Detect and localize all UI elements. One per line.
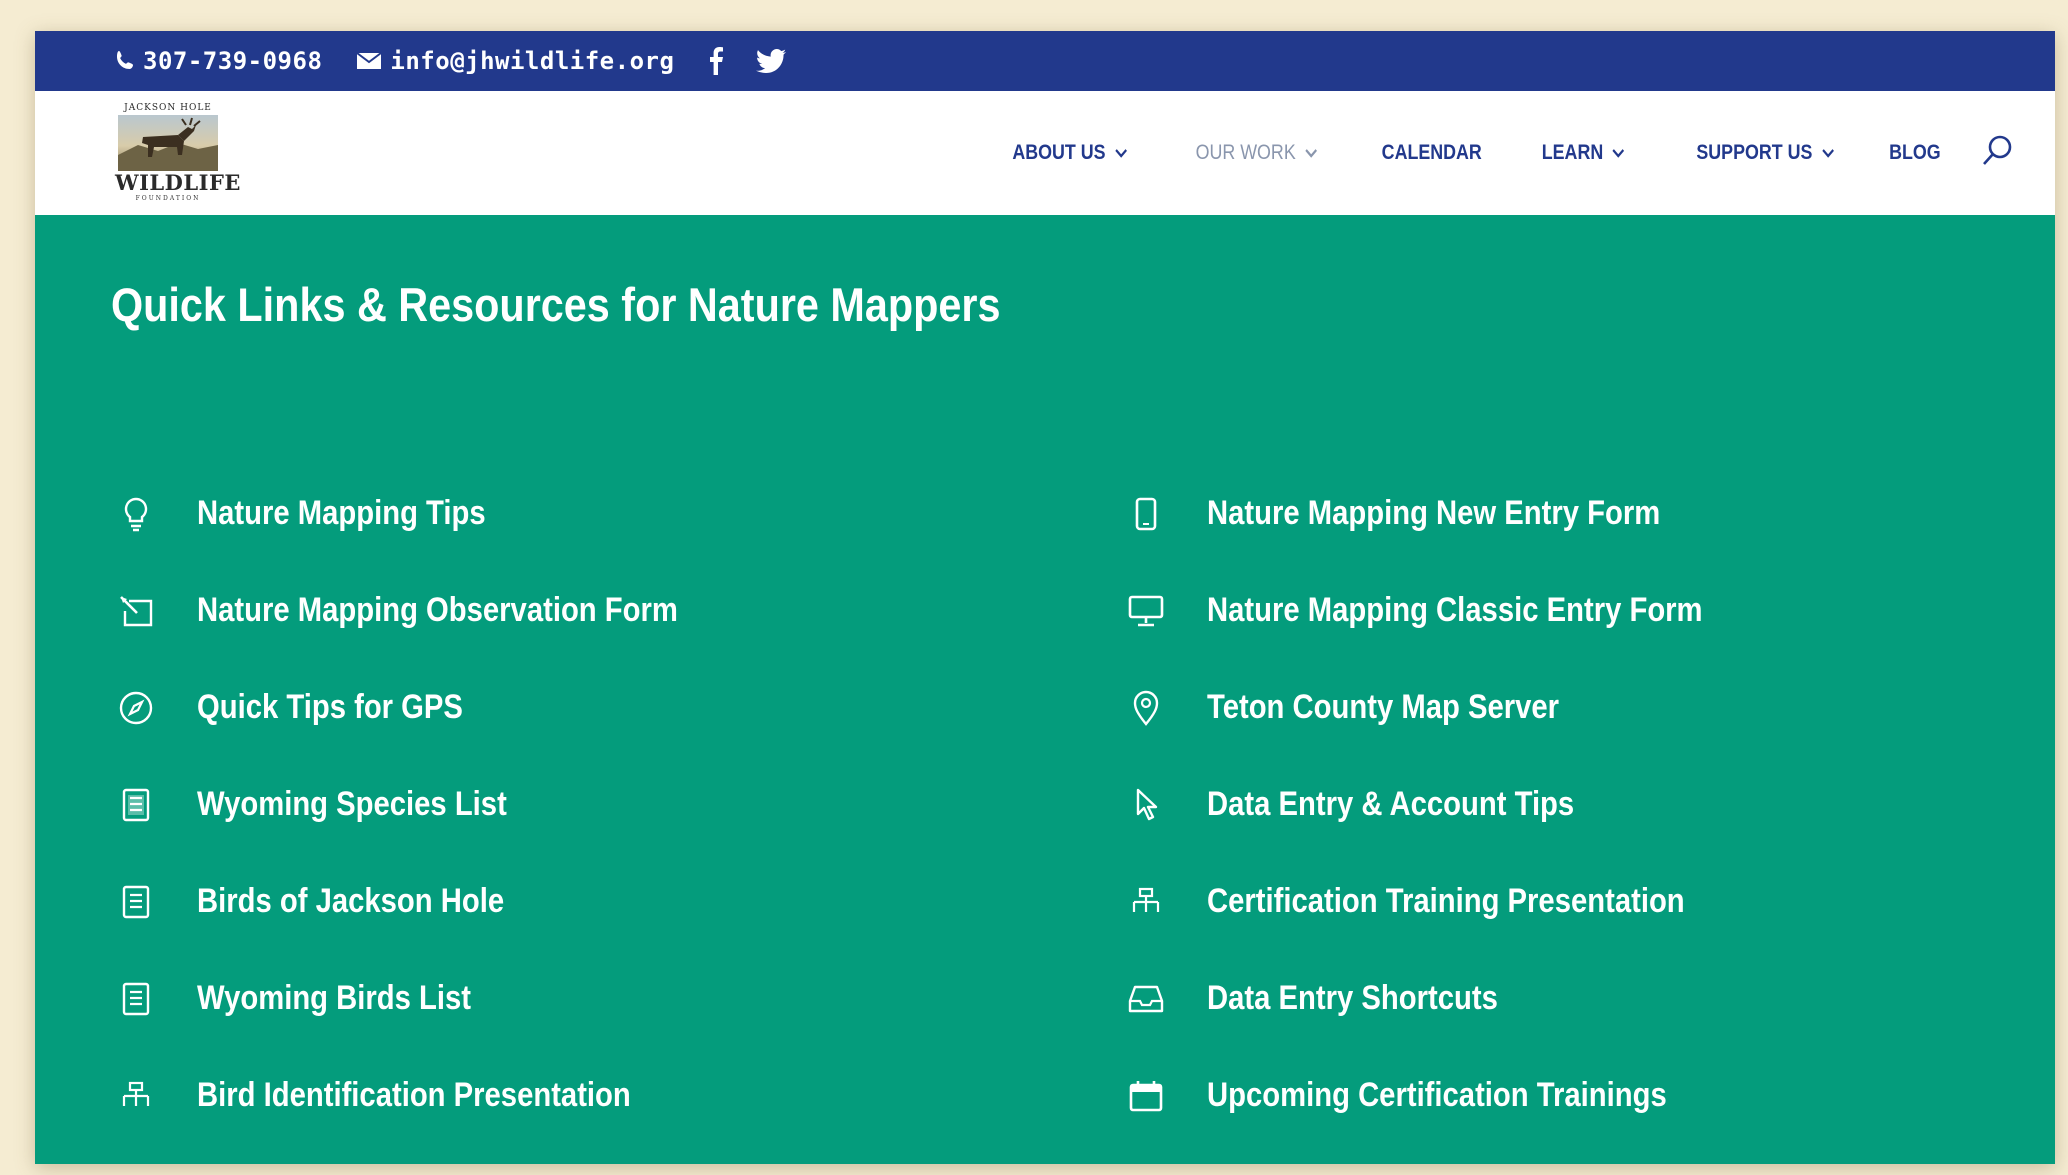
- link-observation-form[interactable]: Nature Mapping Observation Form: [113, 562, 756, 659]
- nav-label: ABOUT US: [1012, 141, 1106, 164]
- desktop-icon: [1123, 588, 1169, 634]
- nav-menu: ABOUT US OUR WORK CALENDAR LEARN SUPPORT…: [946, 91, 2015, 215]
- document-icon: [113, 976, 159, 1022]
- logo-top-text: JACKSON HOLE: [124, 103, 212, 113]
- link-label: Bird Identification Presentation: [197, 1076, 631, 1114]
- nav-blog[interactable]: BLOG: [1889, 141, 1941, 165]
- phone-icon: [113, 49, 137, 73]
- link-upcoming-trainings[interactable]: Upcoming Certification Trainings: [1123, 1047, 1783, 1144]
- section-title: Quick Links & Resources for Nature Mappe…: [111, 278, 1001, 331]
- document-icon: [113, 782, 159, 828]
- nav-label: LEARN: [1542, 141, 1604, 164]
- chevron-down-icon: [1821, 148, 1835, 158]
- compass-icon: [113, 685, 159, 731]
- link-label: Quick Tips for GPS: [197, 688, 463, 726]
- nav-learn[interactable]: LEARN: [1542, 141, 1626, 165]
- link-map-server[interactable]: Teton County Map Server: [1123, 659, 1783, 756]
- link-birds-jackson-hole[interactable]: Birds of Jackson Hole: [113, 853, 756, 950]
- nav-about-us[interactable]: ABOUT US: [1012, 141, 1127, 165]
- chevron-down-icon: [1114, 148, 1128, 158]
- cursor-icon: [1123, 782, 1169, 828]
- edit-form-icon: [113, 588, 159, 634]
- nav-label: CALENDAR: [1381, 141, 1482, 164]
- left-link-column: Nature Mapping Tips Nature Mapping Obser…: [113, 465, 756, 1144]
- search-button[interactable]: [1979, 133, 2015, 174]
- link-label: Certification Training Presentation: [1207, 882, 1685, 920]
- document-icon: [113, 879, 159, 925]
- main-nav: JACKSON HOLE WILDLIFE FOUNDATION ABOUT U…: [35, 91, 2055, 215]
- link-new-entry-form[interactable]: Nature Mapping New Entry Form: [1123, 465, 1783, 562]
- mail-icon: [356, 51, 382, 71]
- link-label: Wyoming Species List: [197, 785, 507, 823]
- chevron-down-icon: [1612, 148, 1626, 158]
- search-icon: [1979, 133, 2015, 174]
- link-training-presentation[interactable]: Certification Training Presentation: [1123, 853, 1783, 950]
- email-link[interactable]: info@jhwildlife.org: [356, 47, 674, 75]
- nav-calendar[interactable]: CALENDAR: [1381, 141, 1481, 165]
- inbox-icon: [1123, 976, 1169, 1022]
- top-contact-bar: 307-739-0968 info@jhwildlife.org: [35, 31, 2055, 91]
- twitter-link[interactable]: [756, 49, 787, 73]
- site-logo[interactable]: JACKSON HOLE WILDLIFE FOUNDATION: [115, 103, 241, 202]
- nav-our-work[interactable]: OUR WORK: [1195, 141, 1317, 165]
- link-label: Wyoming Birds List: [197, 979, 472, 1017]
- link-nature-mapping-tips[interactable]: Nature Mapping Tips: [113, 465, 756, 562]
- sitemap-icon: [113, 1073, 159, 1119]
- twitter-icon: [756, 49, 787, 73]
- mobile-icon: [1123, 491, 1169, 537]
- link-label: Upcoming Certification Trainings: [1207, 1076, 1667, 1114]
- link-classic-entry-form[interactable]: Nature Mapping Classic Entry Form: [1123, 562, 1783, 659]
- link-label: Nature Mapping New Entry Form: [1207, 494, 1661, 532]
- facebook-link[interactable]: [708, 47, 724, 75]
- link-label: Teton County Map Server: [1207, 688, 1560, 726]
- link-label: Birds of Jackson Hole: [197, 882, 505, 920]
- lightbulb-icon: [113, 491, 159, 537]
- browser-page: 307-739-0968 info@jhwildlife.org JACKSON…: [35, 31, 2055, 1164]
- facebook-icon: [708, 47, 724, 75]
- moose-logo-image: [118, 115, 218, 171]
- phone-link[interactable]: 307-739-0968: [113, 47, 322, 75]
- email-address: info@jhwildlife.org: [390, 47, 675, 75]
- link-label: Nature Mapping Classic Entry Form: [1207, 591, 1703, 629]
- nav-label: SUPPORT US: [1696, 141, 1813, 164]
- logo-sub-text: FOUNDATION: [135, 195, 201, 202]
- link-wyoming-birds[interactable]: Wyoming Birds List: [113, 950, 756, 1047]
- link-label: Data Entry Shortcuts: [1207, 979, 1498, 1017]
- logo-word: WILDLIFE: [115, 170, 241, 195]
- resources-section: Quick Links & Resources for Nature Mappe…: [35, 215, 2055, 1164]
- link-bird-id-presentation[interactable]: Bird Identification Presentation: [113, 1047, 756, 1144]
- nav-label: BLOG: [1889, 141, 1941, 164]
- link-label: Nature Mapping Tips: [197, 494, 486, 532]
- map-pin-icon: [1123, 685, 1169, 731]
- link-label: Data Entry & Account Tips: [1207, 785, 1575, 823]
- nav-label: OUR WORK: [1195, 141, 1296, 164]
- right-link-column: Nature Mapping New Entry Form Nature Map…: [1123, 465, 1783, 1144]
- link-gps-tips[interactable]: Quick Tips for GPS: [113, 659, 756, 756]
- calendar-icon: [1123, 1073, 1169, 1119]
- link-account-tips[interactable]: Data Entry & Account Tips: [1123, 756, 1783, 853]
- link-species-list[interactable]: Wyoming Species List: [113, 756, 756, 853]
- link-entry-shortcuts[interactable]: Data Entry Shortcuts: [1123, 950, 1783, 1047]
- phone-number: 307-739-0968: [143, 47, 323, 75]
- link-label: Nature Mapping Observation Form: [197, 591, 678, 629]
- sitemap-icon: [1123, 879, 1169, 925]
- nav-support-us[interactable]: SUPPORT US: [1696, 141, 1834, 165]
- chevron-down-icon: [1304, 148, 1318, 158]
